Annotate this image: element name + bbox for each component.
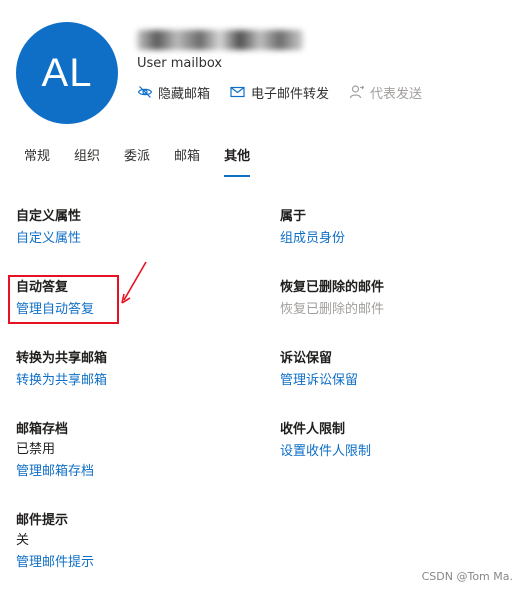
avatar: AL: [16, 22, 118, 124]
mailbox-archive-title: 邮箱存档: [16, 422, 69, 437]
mail-forward-icon: [230, 86, 245, 98]
set-recipient-limits-link[interactable]: 设置收件人限制: [280, 443, 371, 461]
email-forwarding-button[interactable]: 电子邮件转发: [230, 83, 329, 102]
litigation-hold-title: 诉讼保留: [280, 351, 333, 366]
custom-attributes-section: 自定义属性 自定义属性: [16, 208, 81, 248]
group-membership-link[interactable]: 组成员身份: [280, 230, 345, 248]
recipient-limits-section: 收件人限制 设置收件人限制: [280, 421, 371, 461]
convert-shared-title: 转换为共享邮箱: [16, 351, 108, 366]
custom-attributes-link[interactable]: 自定义属性: [16, 230, 81, 248]
member-of-section: 属于 组成员身份: [280, 208, 345, 248]
hide-mailbox-button[interactable]: 隐藏邮箱: [137, 83, 210, 102]
manage-mail-tips-link[interactable]: 管理邮件提示: [16, 554, 94, 572]
annotation-arrow-icon: [121, 261, 147, 304]
mailbox-type: User mailbox: [137, 56, 223, 71]
hide-mailbox-label: 隐藏邮箱: [158, 86, 211, 102]
user-name-redacted: [137, 30, 303, 50]
tab-delegation[interactable]: 委派: [124, 148, 150, 178]
watermark: CSDN @Tom Ma.: [421, 570, 513, 583]
convert-shared-section: 转换为共享邮箱 转换为共享邮箱: [16, 350, 107, 390]
recover-deleted-title: 恢复已删除的邮件: [280, 280, 385, 295]
person-send-icon: [349, 85, 365, 99]
email-forwarding-label: 电子邮件转发: [251, 86, 330, 102]
mail-tips-title: 邮件提示: [16, 513, 69, 528]
litigation-hold-section: 诉讼保留 管理诉讼保留: [280, 350, 358, 390]
annotation-highlight-box: [8, 275, 119, 324]
mail-tips-status: 关: [16, 533, 30, 548]
send-on-behalf-button[interactable]: 代表发送: [349, 83, 422, 102]
tab-bar: 常规 组织 委派 邮箱 其他: [24, 148, 274, 178]
tab-organization[interactable]: 组织: [74, 148, 100, 178]
recover-deleted-section: 恢复已删除的邮件 恢复已删除的邮件: [280, 279, 384, 319]
recover-deleted-link[interactable]: 恢复已删除的邮件: [280, 301, 384, 319]
send-on-behalf-label: 代表发送: [370, 86, 423, 102]
tab-general[interactable]: 常规: [24, 148, 50, 178]
convert-shared-link[interactable]: 转换为共享邮箱: [16, 372, 107, 390]
header-actions: 隐藏邮箱 电子邮件转发 代表发送: [137, 82, 442, 102]
tab-other[interactable]: 其他: [224, 148, 251, 178]
recipient-limits-title: 收件人限制: [280, 422, 346, 437]
manage-mailbox-archive-link[interactable]: 管理邮箱存档: [16, 463, 94, 481]
mailbox-archive-section: 邮箱存档 已禁用 管理邮箱存档: [16, 421, 94, 481]
custom-attributes-title: 自定义属性: [16, 209, 82, 224]
tab-mailbox[interactable]: 邮箱: [174, 148, 200, 178]
mailbox-archive-status: 已禁用: [16, 442, 56, 457]
manage-litigation-hold-link[interactable]: 管理诉讼保留: [280, 372, 358, 390]
mail-tips-section: 邮件提示 关 管理邮件提示: [16, 512, 94, 572]
hide-eye-icon: [137, 86, 153, 98]
member-of-title: 属于: [280, 209, 307, 224]
